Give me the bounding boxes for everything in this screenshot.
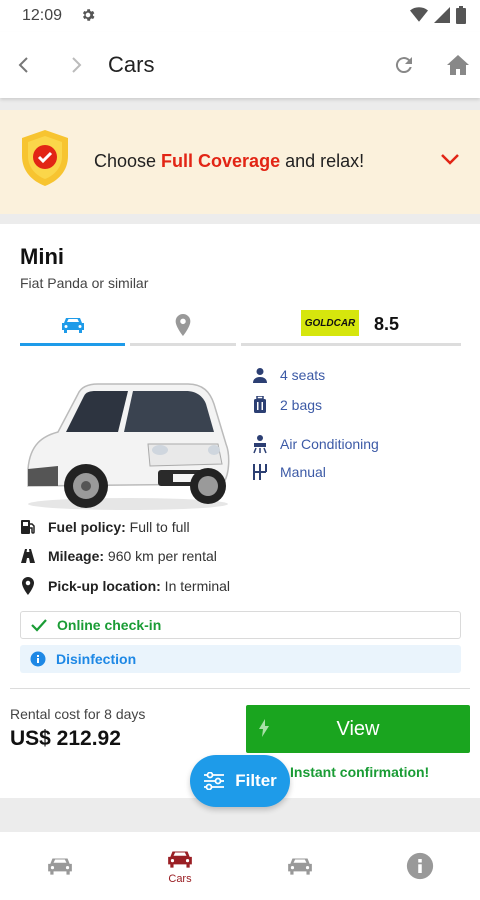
- feature-transmission: Manual: [252, 463, 326, 481]
- banner-text: Choose Full Coverage and relax!: [94, 151, 364, 172]
- nav-item-search-car[interactable]: [0, 832, 120, 900]
- fuel-pump-icon: [21, 520, 35, 534]
- view-button-label: View: [336, 717, 380, 740]
- battery-icon: [456, 6, 466, 24]
- system-icons: [410, 6, 466, 24]
- shield-check-icon: [22, 130, 68, 186]
- feature-label: Manual: [280, 464, 326, 480]
- car-model: Fiat Panda or similar: [20, 275, 149, 291]
- car-icon: [61, 317, 84, 333]
- chevron-left-icon: [18, 57, 28, 73]
- nav-item-cars[interactable]: Cars: [120, 832, 240, 900]
- spec-label: Fuel policy:: [48, 519, 126, 535]
- spec-label: Pick-up location:: [48, 578, 161, 594]
- spec-fuel-policy: Fuel policy: Full to full: [20, 519, 190, 535]
- luggage-icon: [254, 396, 266, 413]
- supplier-rating: 8.5: [374, 314, 400, 334]
- disinfection-label: Disinfection: [56, 651, 137, 667]
- chevron-down-icon[interactable]: [440, 152, 460, 166]
- view-button[interactable]: View: [246, 705, 470, 753]
- info-icon: [30, 651, 46, 667]
- location-pin-icon: [175, 313, 191, 336]
- spec-mileage: Mileage: 960 km per rental: [20, 548, 217, 564]
- lightning-icon: [259, 719, 269, 737]
- gear-shift-icon: [253, 464, 267, 480]
- filter-button[interactable]: Filter: [190, 755, 290, 807]
- price: US$ 212.92: [10, 727, 121, 750]
- checkmark-icon: [31, 619, 47, 632]
- spec-value: In terminal: [160, 578, 231, 594]
- filter-label: Filter: [235, 771, 277, 790]
- spec-value: 960 km per rental: [104, 548, 217, 564]
- status-bar: 12:09: [0, 0, 480, 32]
- car-icon: [168, 850, 192, 868]
- tab-car[interactable]: [20, 306, 125, 346]
- feature-ac: Air Conditioning: [252, 434, 379, 454]
- refresh-icon: [395, 57, 412, 74]
- app-bar: Cars: [0, 32, 480, 98]
- feature-label: 2 bags: [280, 396, 323, 413]
- air-conditioning-icon: [253, 435, 267, 454]
- nav-item-info[interactable]: [360, 832, 480, 900]
- instant-confirmation: Instant confirmation!: [290, 764, 430, 780]
- car-icon: [288, 858, 312, 875]
- feature-label: Air Conditioning: [280, 436, 379, 452]
- signal-icon: [434, 7, 450, 23]
- car-image: [27, 383, 230, 510]
- car-class: Mini: [20, 244, 64, 269]
- banner-text-suffix: and relax!: [280, 151, 365, 171]
- car-icon: [48, 858, 72, 875]
- disinfection-badge: Disinfection: [20, 645, 461, 673]
- spec-pickup-location: Pick-up location: In terminal: [20, 577, 230, 595]
- forward-button[interactable]: [62, 51, 90, 79]
- gear-icon: [82, 9, 95, 21]
- car-card: Mini Fiat Panda or similar GOLDCAR 8.5 4…: [0, 224, 480, 798]
- rental-duration-label: Rental cost for 8 days: [10, 706, 146, 722]
- road-icon: [21, 549, 35, 563]
- spec-value: Full to full: [125, 519, 190, 535]
- feature-bags: 2 bags: [252, 396, 322, 413]
- feature-label: 4 seats: [280, 367, 326, 383]
- spec-label: Mileage:: [48, 548, 105, 564]
- refresh-button[interactable]: [390, 51, 418, 79]
- supplier-logo: GOLDCAR: [301, 310, 359, 336]
- spec-text: Mileage: 960 km per rental: [48, 548, 217, 564]
- banner-text-prefix: Choose: [94, 151, 162, 171]
- location-pin-icon: [22, 577, 34, 595]
- back-button[interactable]: [10, 51, 38, 79]
- bottom-nav: Cars: [0, 832, 480, 900]
- banner-text-highlight: Full Coverage: [161, 151, 281, 171]
- nav-item-bookings[interactable]: [240, 832, 360, 900]
- wifi-icon: [410, 7, 428, 22]
- person-icon: [253, 368, 267, 383]
- status-time: 12:09: [22, 7, 63, 24]
- chevron-right-icon: [72, 57, 82, 73]
- spec-text: Fuel policy: Full to full: [48, 519, 190, 535]
- checkin-label: Online check-in: [57, 617, 162, 633]
- feature-seats: 4 seats: [252, 367, 325, 383]
- filter-sliders-icon: [204, 772, 225, 790]
- coverage-banner[interactable]: Choose Full Coverage and relax!: [0, 110, 480, 214]
- divider: [10, 688, 470, 689]
- tab-location[interactable]: [130, 306, 236, 346]
- info-icon: [406, 852, 434, 880]
- online-checkin-badge: Online check-in: [20, 611, 461, 639]
- spec-text: Pick-up location: In terminal: [48, 578, 230, 594]
- home-icon: [447, 55, 469, 75]
- page-title: Cars: [108, 52, 155, 77]
- home-button[interactable]: [444, 51, 472, 79]
- nav-item-label: Cars: [168, 872, 192, 885]
